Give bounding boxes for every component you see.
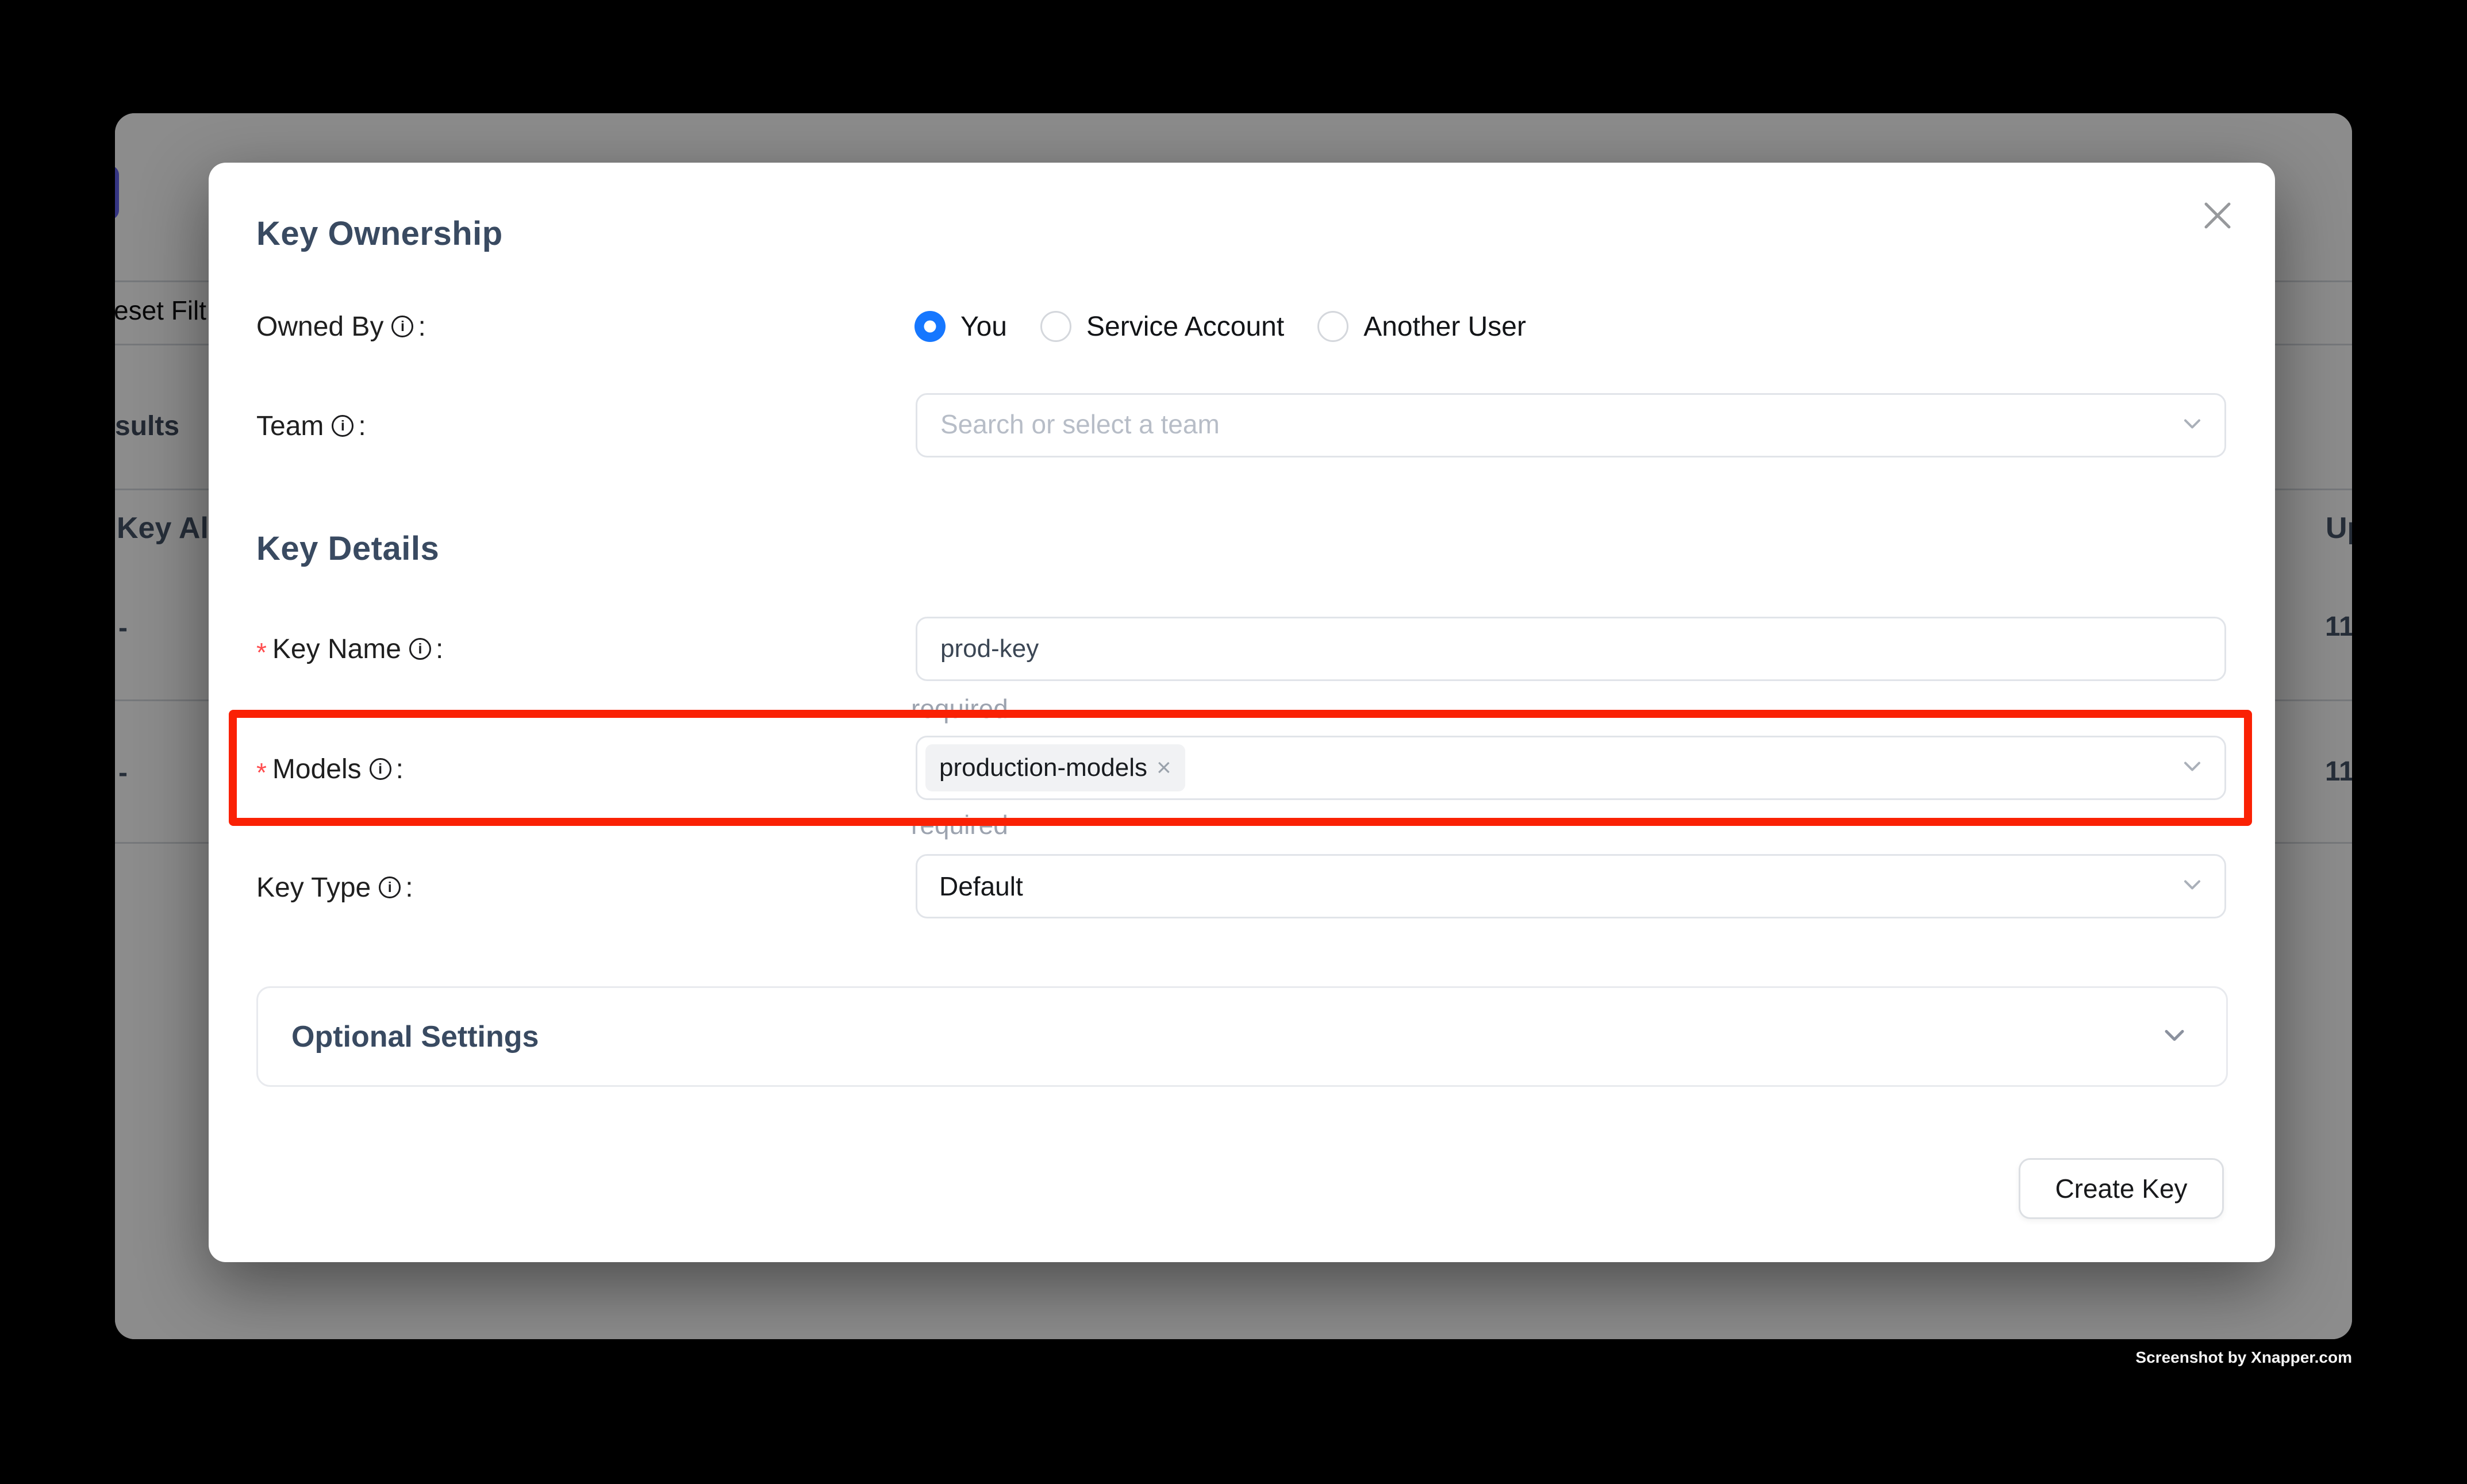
key-type-value: Default (917, 871, 1023, 902)
key-type-label-text: Key Type (256, 872, 371, 904)
chevron-down-icon (2161, 1021, 2188, 1052)
required-asterisk: * (256, 637, 267, 668)
label-colon: : (436, 633, 443, 665)
chevron-down-icon (2181, 874, 2204, 899)
key-type-select[interactable]: Default (916, 854, 2226, 918)
key-type-label: Key Type i : (256, 871, 413, 904)
close-button[interactable] (2200, 198, 2235, 233)
label-colon: : (405, 872, 413, 904)
optional-settings-label: Optional Settings (291, 1020, 539, 1054)
team-search-input[interactable] (917, 411, 2224, 440)
radio-selected-icon (914, 311, 946, 342)
section-title-key-ownership: Key Ownership (256, 214, 503, 253)
owned-by-radio-group: You Service Account Another User (914, 310, 1559, 343)
close-icon (2202, 200, 2233, 231)
radio-unselected-icon (1040, 311, 1071, 342)
key-name-label-text: Key Name (272, 633, 401, 665)
owned-by-label: Owned By i : (256, 310, 426, 343)
key-name-field (916, 617, 2226, 681)
radio-option-service-account[interactable]: Service Account (1040, 311, 1284, 343)
info-icon: i (332, 415, 353, 437)
radio-option-another-user[interactable]: Another User (1317, 311, 1526, 343)
label-colon: : (418, 311, 425, 343)
optional-settings-toggle[interactable]: Optional Settings (256, 986, 2228, 1087)
screenshot-canvas: eset Filt sults Key Alia Up - 11/ - 11/ … (0, 0, 2467, 1484)
radio-option-you[interactable]: You (914, 311, 1007, 343)
section-title-key-details: Key Details (256, 529, 439, 568)
team-label-text: Team (256, 410, 324, 442)
chevron-down-icon (2181, 413, 2204, 439)
info-icon: i (379, 876, 401, 898)
radio-label: Another User (1363, 311, 1526, 343)
owned-by-label-text: Owned By (256, 311, 383, 343)
team-select[interactable] (916, 393, 2226, 457)
key-name-input[interactable] (917, 635, 2224, 663)
watermark-text: Screenshot by Xnapper.com (2135, 1348, 2352, 1367)
key-name-label: * Key Name i : (256, 632, 443, 666)
create-key-button[interactable]: Create Key (2019, 1158, 2224, 1219)
team-label: Team i : (256, 409, 366, 443)
highlight-box (229, 710, 2252, 826)
info-icon: i (409, 638, 431, 660)
radio-label: Service Account (1086, 311, 1284, 343)
label-colon: : (358, 410, 366, 442)
radio-unselected-icon (1317, 311, 1348, 342)
radio-label: You (960, 311, 1007, 343)
info-icon: i (391, 316, 413, 337)
